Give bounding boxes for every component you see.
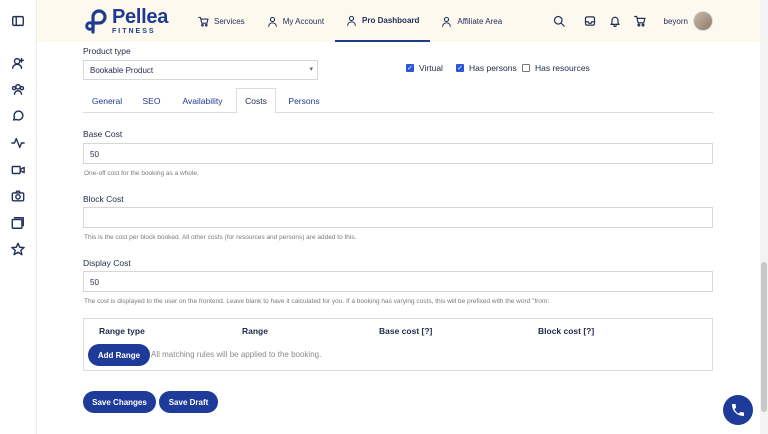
block-cost-input[interactable]	[83, 207, 713, 228]
chat-icon[interactable]	[10, 108, 26, 124]
sidebar-toggle-icon[interactable]	[10, 13, 26, 29]
video-icon[interactable]	[10, 162, 26, 178]
chevron-down-icon: ▾	[309, 66, 313, 73]
camera-icon[interactable]	[10, 188, 26, 204]
checkbox-box[interactable]	[522, 64, 530, 72]
save-draft-button[interactable]: Save Draft	[159, 391, 218, 413]
top-right-actions: beyorn	[552, 0, 760, 42]
user-icon	[347, 15, 356, 26]
range-type-header: Range type	[99, 326, 145, 336]
cart-icon	[198, 16, 209, 27]
add-range-button[interactable]: Add Range	[88, 344, 150, 366]
display-cost-help: The cost is displayed to the user on the…	[84, 298, 550, 305]
activity-icon[interactable]	[10, 135, 26, 151]
brand-logo[interactable]: Pellea FITNESS	[85, 7, 168, 35]
checkbox-box[interactable]	[406, 64, 414, 72]
product-type-select[interactable]: Bookable Product ▾	[83, 60, 318, 80]
user-icon	[267, 16, 277, 27]
checkbox-box[interactable]	[456, 64, 464, 72]
gallery-icon[interactable]	[10, 215, 26, 231]
virtual-label: Virtual	[419, 63, 443, 73]
brand-name: Pellea	[112, 6, 169, 28]
tab-seo[interactable]: SEO	[135, 88, 168, 113]
tab-general[interactable]: General	[83, 88, 131, 113]
nav-services-label: Services	[214, 16, 245, 26]
base-cost-header[interactable]: Base cost [?]	[379, 326, 432, 336]
nav-affiliate-area[interactable]: Affiliate Area	[430, 0, 513, 42]
range-note: All matching rules will be applied to th…	[151, 350, 322, 359]
tab-costs[interactable]: Costs	[236, 88, 276, 114]
bell-icon[interactable]	[608, 14, 622, 28]
logo-mark-icon	[85, 9, 107, 34]
scrollbar-thumb[interactable]	[761, 262, 767, 412]
virtual-checkbox[interactable]: Virtual	[406, 63, 443, 73]
nav-my-account-label: My Account	[282, 16, 325, 26]
inbox-icon[interactable]	[583, 14, 597, 28]
main-nav: Services My Account Pro Dashboard Affili…	[187, 0, 513, 42]
product-type-label: Product type	[83, 46, 131, 56]
user-add-icon[interactable]	[10, 55, 26, 71]
block-cost-header[interactable]: Block cost [?]	[538, 326, 594, 336]
users-icon[interactable]	[10, 81, 26, 97]
user-icon	[442, 16, 452, 27]
range-table: Range type Range Base cost [?] Block cos…	[83, 318, 713, 371]
block-cost-help: This is the cost per block booked. All o…	[84, 234, 357, 241]
nav-services[interactable]: Services	[187, 0, 256, 42]
phone-icon	[732, 404, 744, 416]
nav-my-account[interactable]: My Account	[256, 0, 335, 42]
avatar[interactable]	[693, 11, 713, 31]
left-sidebar	[0, 0, 37, 434]
display-cost-input[interactable]: 50	[83, 271, 713, 292]
product-tabs: General SEO Availability Costs Persons	[83, 88, 713, 114]
star-icon[interactable]	[10, 241, 26, 257]
base-cost-input[interactable]: 50	[83, 143, 713, 164]
nav-pro-dashboard-label: Pro Dashboard	[362, 15, 420, 25]
block-cost-label: Block Cost	[83, 194, 124, 204]
base-cost-label: Base Cost	[83, 129, 123, 139]
page-scrollbar[interactable]	[760, 0, 768, 434]
tab-persons[interactable]: Persons	[282, 88, 326, 113]
has-resources-label: Has resources	[535, 63, 590, 73]
search-icon[interactable]	[552, 14, 566, 28]
tab-availability[interactable]: Availability	[174, 88, 231, 113]
nav-pro-dashboard[interactable]: Pro Dashboard	[335, 0, 431, 42]
has-persons-label: Has persons	[469, 63, 517, 73]
cart-icon[interactable]	[633, 14, 647, 28]
range-header: Range	[242, 326, 268, 336]
nav-affiliate-area-label: Affiliate Area	[457, 16, 503, 26]
brand-subtitle: FITNESS	[112, 28, 156, 35]
product-type-value: Bookable Product	[90, 66, 154, 75]
phone-call-button[interactable]	[723, 395, 753, 425]
top-bar: Pellea FITNESS Services My Account Pro D…	[37, 0, 760, 42]
display-cost-label: Display Cost	[83, 258, 131, 268]
has-persons-checkbox[interactable]: Has persons	[456, 63, 517, 73]
base-cost-help: One-off cost for the booking as a whole.	[84, 170, 199, 177]
save-changes-button[interactable]: Save Changes	[83, 391, 156, 413]
has-resources-checkbox[interactable]: Has resources	[522, 63, 590, 73]
username[interactable]: beyorn	[664, 17, 688, 26]
